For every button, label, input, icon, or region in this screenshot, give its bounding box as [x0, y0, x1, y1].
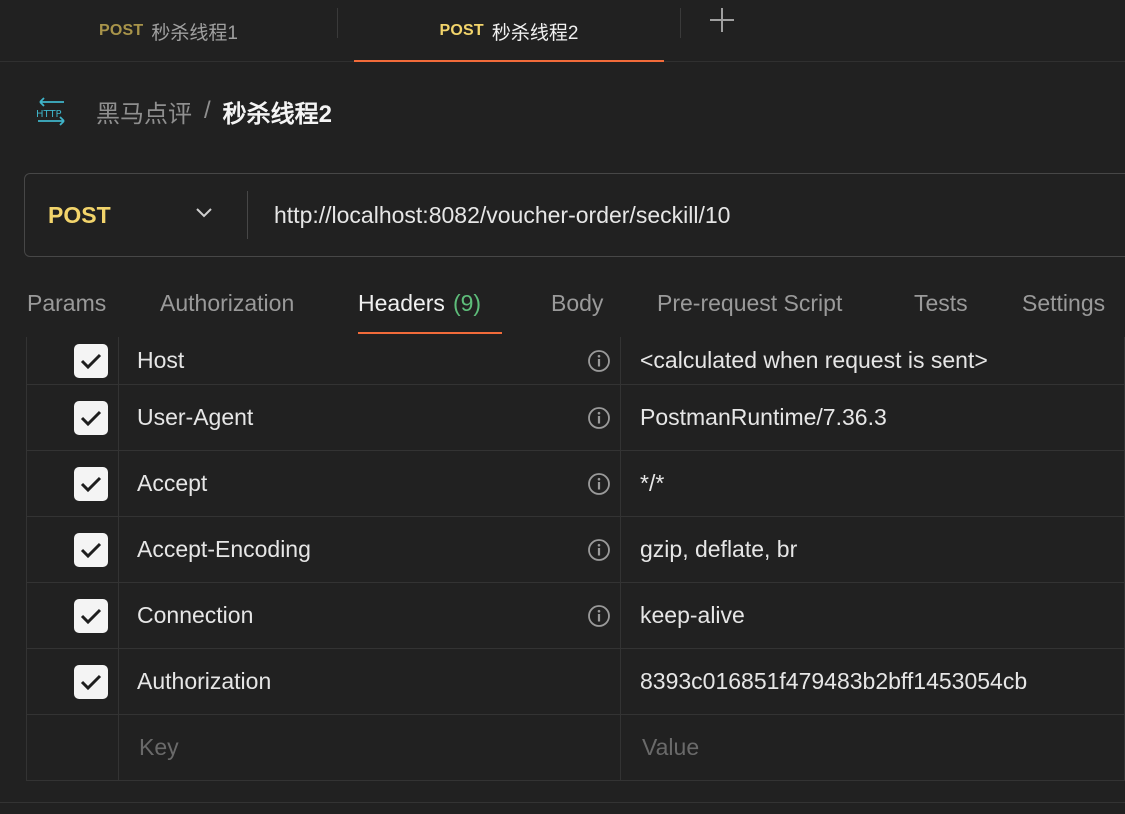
header-key-cell[interactable]: [119, 715, 621, 780]
table-row: Host <calculated when request is sent>: [27, 337, 1125, 385]
checkmark-icon: [80, 674, 102, 690]
header-value: */*: [640, 470, 665, 496]
chevron-down-icon: [195, 206, 213, 224]
tab-divider: [337, 8, 338, 38]
header-key: Authorization: [137, 668, 272, 694]
checkbox-cell: [27, 385, 119, 450]
header-value-cell[interactable]: <calculated when request is sent>: [621, 337, 1125, 384]
header-enabled-checkbox[interactable]: [74, 598, 108, 633]
header-key-cell[interactable]: Host: [119, 337, 621, 384]
tab-params[interactable]: Params: [27, 272, 106, 334]
header-enabled-checkbox[interactable]: [74, 664, 108, 699]
header-enabled-checkbox[interactable]: [74, 466, 108, 501]
header-key-cell[interactable]: Accept: [119, 451, 621, 516]
tab-headers[interactable]: Headers (9): [358, 272, 502, 334]
tab-pre-request-script[interactable]: Pre-request Script: [657, 272, 842, 334]
header-value: 8393c016851f479483b2bff1453054cb: [640, 668, 1028, 694]
header-value-cell[interactable]: [621, 715, 1125, 780]
breadcrumb-request-name[interactable]: 秒杀线程2: [223, 94, 332, 129]
header-key-cell[interactable]: Authorization: [119, 649, 621, 714]
header-enabled-checkbox[interactable]: [74, 343, 108, 378]
tab-label: Pre-request Script: [657, 289, 843, 316]
header-enabled-checkbox[interactable]: [74, 400, 108, 435]
info-icon[interactable]: [586, 348, 612, 374]
headers-count-badge: (9): [452, 289, 482, 316]
header-key: Host: [137, 347, 185, 373]
table-row: Accept-Encoding gzip, deflate, br: [27, 517, 1125, 583]
header-value-cell[interactable]: PostmanRuntime/7.36.3: [621, 385, 1125, 450]
info-icon[interactable]: [586, 603, 612, 629]
header-value: <calculated when request is sent>: [640, 347, 988, 373]
info-icon[interactable]: [586, 537, 612, 563]
tab-request-2[interactable]: POST 秒杀线程2: [354, 0, 664, 62]
checkbox-cell: [27, 649, 119, 714]
info-icon[interactable]: [586, 405, 612, 431]
header-value-cell[interactable]: keep-alive: [621, 583, 1125, 648]
plus-icon: [709, 7, 735, 38]
header-key: Accept: [137, 470, 208, 496]
tab-strip: POST 秒杀线程1 POST 秒杀线程2: [0, 0, 1125, 62]
tab-label: Params: [27, 289, 107, 316]
table-row: Accept */*: [27, 451, 1125, 517]
header-value: keep-alive: [640, 602, 745, 628]
header-enabled-checkbox[interactable]: [74, 532, 108, 567]
headers-table: Host <calculated when request is sent> U…: [26, 337, 1125, 781]
breadcrumb-separator: /: [204, 97, 211, 124]
checkmark-icon: [80, 353, 102, 369]
tab-method-label: POST: [99, 22, 144, 39]
header-key: User-Agent: [137, 404, 254, 430]
header-value: PostmanRuntime/7.36.3: [640, 404, 887, 430]
http-icon: HTTP: [34, 95, 70, 127]
table-row: Connection keep-alive: [27, 583, 1125, 649]
checkbox-cell: [27, 583, 119, 648]
tab-label: Authorization: [160, 289, 295, 316]
tab-label: Settings: [1022, 289, 1106, 316]
info-icon[interactable]: [586, 471, 612, 497]
tab-settings[interactable]: Settings: [1022, 272, 1105, 334]
breadcrumb: HTTP 黑马点评 / 秒杀线程2: [34, 88, 332, 134]
tab-label: Body: [551, 289, 604, 316]
tab-authorization[interactable]: Authorization: [160, 272, 294, 334]
request-url-bar: POST: [24, 173, 1125, 257]
header-key-cell[interactable]: Connection: [119, 583, 621, 648]
tab-request-1[interactable]: POST 秒杀线程1: [0, 0, 337, 62]
checkmark-icon: [80, 542, 102, 558]
table-row: User-Agent PostmanRuntime/7.36.3: [27, 385, 1125, 451]
tab-label: Headers: [358, 289, 445, 316]
header-key: Connection: [137, 602, 254, 628]
header-key-cell[interactable]: User-Agent: [119, 385, 621, 450]
checkbox-cell: [27, 451, 119, 516]
tab-title: 秒杀线程2: [491, 22, 579, 44]
tab-tests[interactable]: Tests: [914, 272, 968, 334]
table-row: Authorization 8393c016851f479483b2bff145…: [27, 649, 1125, 715]
header-value: gzip, deflate, br: [640, 536, 798, 562]
breadcrumb-collection[interactable]: 黑马点评: [96, 94, 192, 129]
header-value-cell[interactable]: gzip, deflate, br: [621, 517, 1125, 582]
checkmark-icon: [80, 608, 102, 624]
checkbox-cell: [27, 337, 119, 384]
checkbox-cell: [27, 517, 119, 582]
header-value-cell[interactable]: 8393c016851f479483b2bff1453054cb: [621, 649, 1125, 714]
request-tabs: Params Authorization Headers (9) Body Pr…: [0, 272, 1125, 336]
header-value-cell[interactable]: */*: [621, 451, 1125, 516]
checkbox-cell: [27, 715, 119, 780]
new-value-input[interactable]: [640, 733, 1124, 762]
tab-method-label: POST: [439, 22, 484, 39]
svg-text:HTTP: HTTP: [36, 109, 62, 120]
header-key: Accept-Encoding: [137, 536, 311, 562]
new-tab-button[interactable]: [700, 4, 744, 40]
tab-label: Tests: [914, 289, 968, 316]
method-value: POST: [48, 201, 111, 228]
checkmark-icon: [80, 476, 102, 492]
tab-title: 秒杀线程1: [151, 22, 238, 44]
new-key-input[interactable]: [137, 733, 612, 762]
tab-body[interactable]: Body: [551, 272, 603, 334]
divider: [0, 802, 1125, 803]
header-key-cell[interactable]: Accept-Encoding: [119, 517, 621, 582]
checkmark-icon: [80, 410, 102, 426]
table-row-new: [27, 715, 1125, 781]
method-select[interactable]: POST: [25, 174, 247, 256]
url-input[interactable]: [248, 174, 1125, 256]
tab-divider: [680, 8, 681, 38]
